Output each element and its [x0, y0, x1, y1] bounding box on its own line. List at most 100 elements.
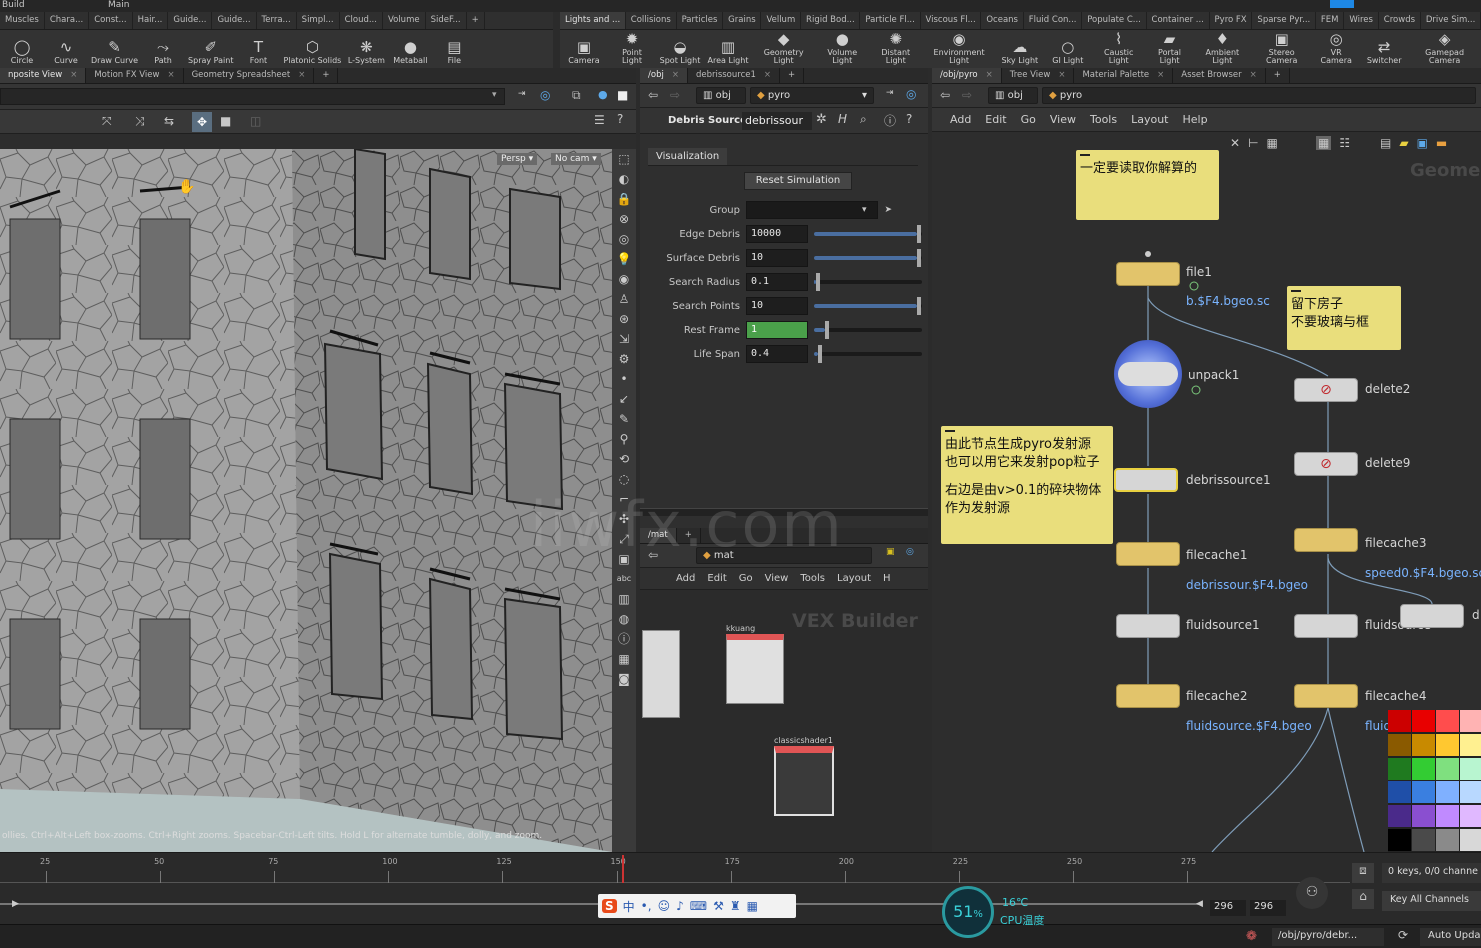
shelf-tab[interactable]: Rigid Bod... — [801, 12, 861, 29]
shelf-tab[interactable]: Crowds — [1379, 12, 1421, 29]
shelf-tab[interactable]: Const... — [89, 12, 133, 29]
playback-settings-icon[interactable]: ⚇ — [1296, 877, 1328, 909]
shelf-tab[interactable]: Particle Fl... — [860, 12, 921, 29]
shelf-tool-distant-light[interactable]: ✺ Distant Light — [869, 30, 922, 68]
stop-icon[interactable]: ■ — [220, 114, 231, 128]
shelf-tool-camera[interactable]: ▣ Camera — [560, 30, 608, 68]
close-icon[interactable]: × — [167, 70, 174, 80]
shelf-tool-ambient-light[interactable]: ♦ Ambient Light — [1194, 30, 1252, 68]
path-pyro[interactable]: ◆ pyro ▾ — [750, 87, 874, 104]
add-shelf-tab-icon[interactable]: + — [467, 12, 485, 29]
color-swatch[interactable] — [1388, 733, 1411, 756]
shelf-tool-path[interactable]: ⤳ Path — [141, 30, 185, 68]
shelf-tool-area-light[interactable]: ▥ Area Light — [704, 30, 752, 68]
color-swatch[interactable] — [1460, 829, 1481, 852]
menu-item[interactable]: Tools — [800, 573, 825, 584]
slider-handle[interactable] — [824, 321, 829, 339]
param-field[interactable]: 10000 — [746, 225, 808, 243]
node-filecache1[interactable] — [1116, 542, 1180, 566]
shelf-tool-font[interactable]: T Font — [236, 30, 280, 68]
viewport-tool-icon[interactable]: ✎ — [614, 409, 634, 429]
close-icon[interactable]: × — [672, 70, 679, 80]
color-swatch[interactable] — [1388, 710, 1411, 732]
slider-handle[interactable] — [916, 249, 921, 267]
global-end-field[interactable]: 296 — [1250, 900, 1286, 916]
path-pyro[interactable]: ◆ pyro — [1042, 87, 1476, 104]
param-field[interactable]: 10 — [746, 297, 808, 315]
shelf-tool-geometry-light[interactable]: ◆ Geometry Light — [752, 30, 815, 68]
timeline-ruler[interactable]: 25 50 75 100 125 150 175 200 225 250 275 — [0, 855, 1350, 883]
pane-tab[interactable]: Geometry Spreadsheet × — [184, 68, 315, 83]
color-swatch[interactable] — [1460, 805, 1481, 828]
shelf-tool-portal-light[interactable]: ▰ Portal Light — [1146, 30, 1194, 68]
close-icon[interactable]: × — [70, 70, 77, 80]
node-fluidsource2[interactable] — [1294, 614, 1358, 638]
pane-tab[interactable]: Material Palette × — [1074, 68, 1174, 83]
node-delete9[interactable]: ⊘ — [1294, 452, 1358, 476]
viewport-tool-icon[interactable]: ♙ — [614, 289, 634, 309]
node-debrissource1[interactable] — [1114, 468, 1178, 492]
shelf-tab[interactable]: Muscles — [0, 12, 45, 29]
pane-tab[interactable]: /obj/pyro × — [932, 68, 1002, 83]
color-swatch[interactable] — [1412, 781, 1435, 804]
mat-view-icon[interactable]: ◎ — [906, 547, 914, 557]
shelf-tab[interactable]: Particles — [677, 12, 724, 29]
search-icon[interactable]: ⌕ — [860, 112, 867, 127]
close-icon[interactable]: × — [986, 70, 993, 80]
snap-icon[interactable]: ✥ — [192, 112, 212, 132]
chevron-down-icon[interactable]: ▾ — [492, 90, 497, 100]
shelf-tool-draw-curve[interactable]: ✎ Draw Curve — [88, 30, 141, 68]
shelf-tab[interactable]: Populate C... — [1082, 12, 1147, 29]
param-slider[interactable] — [814, 297, 922, 315]
close-icon[interactable]: × — [298, 70, 305, 80]
node-name-field[interactable]: debrissour — [742, 112, 812, 130]
shelf-tool-lsystem[interactable]: ❋ L-System — [344, 30, 388, 68]
handle-icon[interactable]: ⇆ — [164, 114, 174, 128]
shelf-tab[interactable]: Pyro FX — [1210, 12, 1253, 29]
path-obj[interactable]: ▥ obj — [988, 87, 1038, 104]
shelf-tool-circle[interactable]: ◯ Circle — [0, 30, 44, 68]
color-swatch[interactable] — [1460, 710, 1481, 732]
range-end-handle[interactable]: ◀ — [1196, 899, 1203, 909]
color-swatch[interactable] — [1436, 733, 1459, 756]
param-slider[interactable] — [814, 225, 922, 243]
key-all-icon[interactable]: ⌂ — [1352, 889, 1374, 909]
viewport-tool-icon[interactable]: ⓘ — [614, 629, 634, 649]
color-swatch[interactable] — [1436, 710, 1459, 732]
shelf-tab[interactable]: Chara... — [45, 12, 90, 29]
param-field[interactable]: 0.4 — [746, 345, 808, 363]
node-delete2[interactable]: ⊘ — [1294, 378, 1358, 402]
pane-tab[interactable]: debrissource1 × — [688, 68, 781, 83]
mat-node-2[interactable] — [774, 746, 834, 816]
shelf-tab[interactable]: Drive Sim... — [1421, 12, 1481, 29]
close-icon[interactable]: × — [1250, 70, 1257, 80]
link-icon[interactable]: ◎ — [906, 87, 916, 101]
gear-icon[interactable]: ✲ — [816, 112, 827, 127]
node-d[interactable] — [1400, 604, 1464, 628]
menu-item[interactable]: View — [1050, 113, 1076, 126]
shelf-tool-point-light[interactable]: ✹ Point Light — [608, 30, 656, 68]
help-icon[interactable]: ? — [617, 112, 623, 126]
color-swatch[interactable] — [1412, 710, 1435, 732]
mic-icon[interactable]: ♪ — [676, 899, 684, 913]
color-swatch[interactable] — [1388, 757, 1411, 780]
color-swatch[interactable] — [1412, 733, 1435, 756]
path-obj[interactable]: ▥ obj — [696, 87, 746, 104]
shelf-tab[interactable]: Guide... — [168, 12, 213, 29]
shelf-tool-sky-light[interactable]: ☁ Sky Light — [996, 30, 1044, 68]
node-unpack1[interactable] — [1114, 340, 1182, 408]
apps-icon[interactable]: ▦ — [747, 899, 758, 913]
add-tab-icon[interactable]: + — [314, 68, 339, 83]
update-icon[interactable]: ⟳ — [1398, 928, 1408, 942]
transform-icon[interactable]: ⤨ — [135, 114, 145, 129]
shelf-tool-curve[interactable]: ∿ Curve — [44, 30, 88, 68]
shelf-tool-file[interactable]: ▤ File — [432, 30, 476, 68]
pin-icon[interactable]: ⇥ — [886, 88, 894, 98]
color-swatch[interactable] — [1460, 733, 1481, 756]
shelf-tab[interactable]: Volume — [383, 12, 426, 29]
viewport-tool-icon[interactable]: ⟲ — [614, 449, 634, 469]
add-tab-icon[interactable]: + — [780, 68, 805, 83]
shelf-tab[interactable]: Vellum — [761, 12, 802, 29]
shelf-tab[interactable]: Oceans — [981, 12, 1024, 29]
build-label[interactable]: Build — [2, 0, 25, 10]
